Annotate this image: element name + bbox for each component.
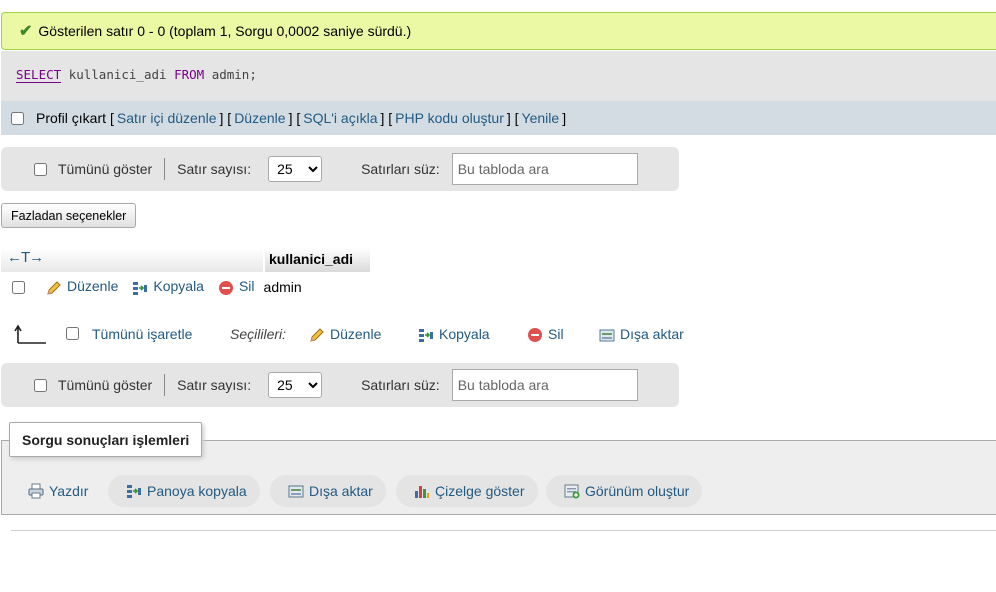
divider bbox=[164, 158, 166, 180]
export-icon bbox=[288, 485, 304, 498]
selected-delete-button[interactable]: Sil bbox=[527, 326, 564, 343]
sql-column: kullanici_adi bbox=[68, 67, 167, 82]
cell-kullanici-adi: admin bbox=[263, 279, 302, 295]
with-selected-bar: Tümünü işaretle Seçilileri: Düzenle Kopy… bbox=[0, 320, 700, 350]
create-view-button[interactable]: Görünüm oluştur bbox=[546, 475, 703, 507]
edit-link[interactable]: Düzenle bbox=[234, 110, 285, 126]
divider bbox=[11, 530, 996, 531]
with-selected-label: Seçilileri: bbox=[230, 326, 287, 342]
sql-query-box: SELECT kullanici_adi FROM admin; bbox=[1, 51, 996, 101]
show-all-label: Tümünü göster bbox=[58, 377, 153, 393]
pencil-icon bbox=[47, 280, 61, 295]
profile-label: Profil çıkart bbox=[36, 110, 107, 126]
sql-keyword-from: FROM bbox=[174, 67, 205, 82]
row-checkbox[interactable] bbox=[12, 280, 25, 294]
sql-table: admin; bbox=[211, 67, 257, 82]
display-chart-button[interactable]: Çizelge göster bbox=[396, 475, 538, 507]
filter-label: Satırları süz: bbox=[361, 161, 440, 177]
column-header-kullanici-adi[interactable]: kullanici_adi bbox=[265, 248, 370, 272]
table-row: Düzenle Kopyala Sil admin bbox=[1, 275, 302, 299]
query-toolbar: Profil çıkart [ Satır içi düzenle ] [ Dü… bbox=[1, 101, 996, 135]
show-all-checkbox[interactable] bbox=[34, 162, 47, 176]
print-button[interactable]: Yazdır bbox=[10, 475, 101, 507]
rows-select[interactable]: 25 bbox=[268, 156, 323, 182]
create-php-code-link[interactable]: PHP kodu oluştur bbox=[395, 110, 504, 126]
success-message-text: Gösterilen satır 0 - 0 (toplam 1, Sorgu … bbox=[38, 23, 412, 39]
export-button[interactable]: Dışa aktar bbox=[270, 475, 386, 507]
search-input[interactable] bbox=[451, 153, 638, 185]
success-message: ✔ Gösterilen satır 0 - 0 (toplam 1, Sorg… bbox=[1, 12, 996, 50]
table-header-actions: ←T→ bbox=[1, 248, 263, 272]
copy-icon bbox=[127, 485, 141, 498]
inline-edit-link[interactable]: Satır içi düzenle bbox=[117, 110, 217, 126]
row-edit-button[interactable]: Düzenle bbox=[46, 278, 118, 295]
export-icon bbox=[599, 329, 615, 342]
column-arrows-icon[interactable]: ←T→ bbox=[7, 249, 44, 266]
show-all-label: Tümünü göster bbox=[58, 161, 153, 177]
check-all-checkbox[interactable] bbox=[66, 327, 79, 340]
create-view-icon bbox=[564, 484, 580, 499]
selected-edit-button[interactable]: Düzenle bbox=[309, 326, 381, 343]
more-options-button[interactable]: Fazladan seçenekler bbox=[1, 203, 137, 228]
check-icon: ✔ bbox=[19, 23, 33, 40]
navigation-bar-bottom: Tümünü göster Satır sayısı: 25 Satırları… bbox=[1, 363, 679, 407]
rows-label: Satır sayısı: bbox=[177, 377, 252, 393]
delete-icon bbox=[218, 280, 233, 295]
sql-keyword-select: SELECT bbox=[16, 67, 62, 83]
selected-copy-button[interactable]: Kopyala bbox=[418, 326, 490, 343]
selected-export-button[interactable]: Dışa aktar bbox=[599, 326, 684, 343]
operations-legend: Sorgu sonuçları işlemleri bbox=[9, 422, 203, 457]
delete-icon bbox=[528, 328, 542, 343]
profile-checkbox[interactable] bbox=[11, 111, 24, 125]
explain-sql-link[interactable]: SQL'i açıkla bbox=[303, 110, 377, 126]
row-copy-button[interactable]: Kopyala bbox=[132, 278, 204, 295]
print-icon bbox=[28, 483, 44, 499]
search-input[interactable] bbox=[451, 369, 638, 401]
refresh-link[interactable]: Yenile bbox=[522, 110, 560, 126]
rows-select[interactable]: 25 bbox=[268, 372, 323, 398]
navigation-bar-top: Tümünü göster Satır sayısı: 25 Satırları… bbox=[1, 147, 679, 191]
arrow-up-left-icon bbox=[14, 324, 46, 344]
copy-icon bbox=[133, 281, 148, 295]
check-all-label[interactable]: Tümünü işaretle bbox=[92, 326, 192, 342]
filter-label: Satırları süz: bbox=[361, 377, 440, 393]
row-delete-button[interactable]: Sil bbox=[218, 278, 255, 295]
divider bbox=[164, 374, 166, 396]
copy-icon bbox=[419, 329, 433, 343]
pencil-icon bbox=[310, 328, 324, 342]
rows-label: Satır sayısı: bbox=[177, 161, 252, 177]
show-all-checkbox[interactable] bbox=[34, 378, 47, 392]
copy-to-clipboard-button[interactable]: Panoya kopyala bbox=[108, 475, 260, 507]
chart-icon bbox=[415, 486, 429, 498]
